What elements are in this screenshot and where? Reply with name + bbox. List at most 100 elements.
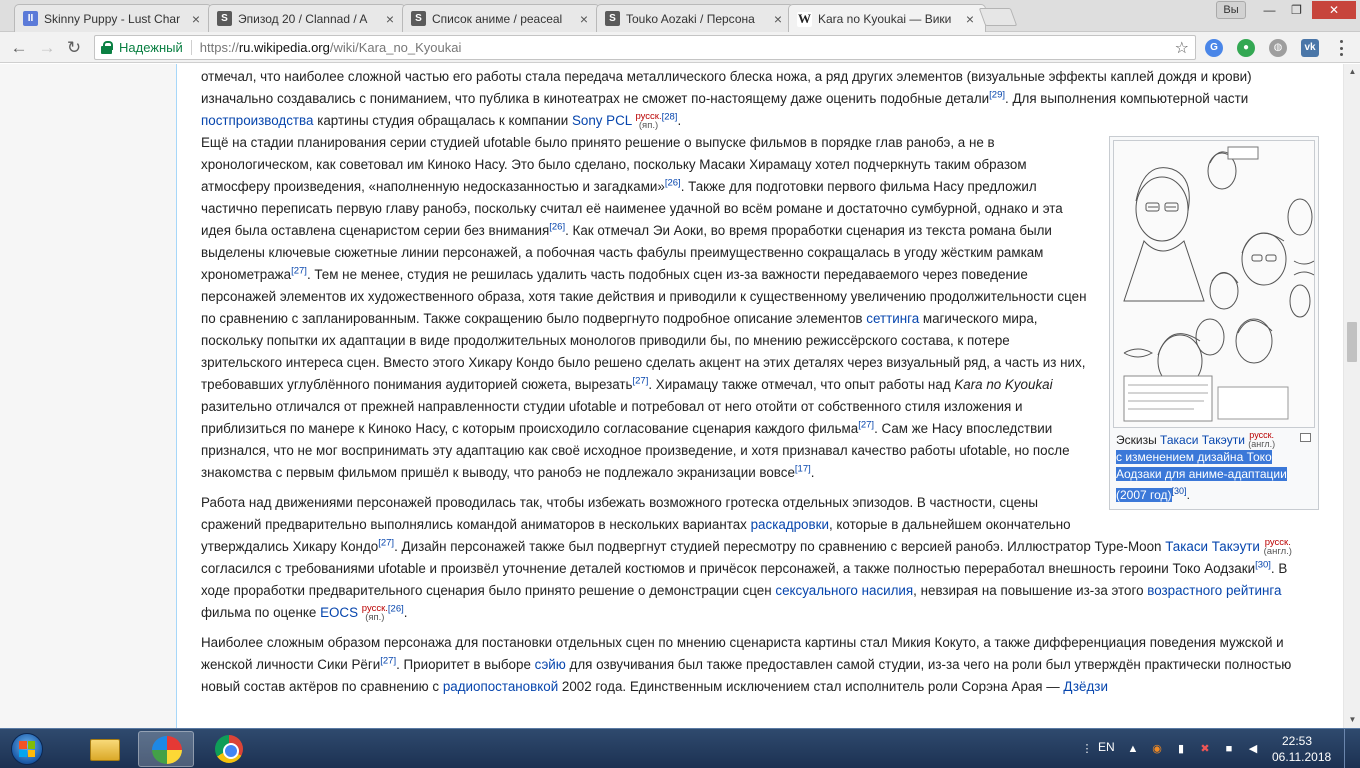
close-icon[interactable]: × xyxy=(771,11,785,27)
back-button[interactable]: ← xyxy=(8,37,30,59)
pause-icon: II xyxy=(23,11,38,26)
link-sony-pcl[interactable]: Sony PCL xyxy=(572,113,632,128)
close-icon[interactable]: × xyxy=(577,11,591,27)
selected-text: с изменением дизайна Токо Аодзаки для ан… xyxy=(1116,450,1287,502)
taskbar-paint[interactable] xyxy=(138,731,194,767)
wikipedia-icon: W xyxy=(797,11,812,27)
network-disconnected-icon[interactable]: ✖ xyxy=(1198,742,1212,756)
reference-link[interactable]: [30] xyxy=(1172,486,1187,496)
reference-link[interactable]: [27] xyxy=(291,266,307,277)
close-icon[interactable]: × xyxy=(383,11,397,27)
windows-logo-icon xyxy=(19,741,35,757)
address-bar[interactable]: Надежный https://ru.wikipedia.org/wiki/K… xyxy=(94,35,1196,60)
reference-link[interactable]: [17] xyxy=(795,464,811,475)
adblock-icon[interactable]: ● xyxy=(1237,39,1255,57)
taskbar-chrome[interactable] xyxy=(200,731,256,767)
lock-icon xyxy=(101,41,113,54)
show-hidden-icons-icon[interactable]: ▲ xyxy=(1126,742,1140,756)
article-content: отмечал, что наиболее сложной частью его… xyxy=(176,64,1343,728)
thumbnail-caption: Эскизы Такаси Такэути русск. (англ.) с из… xyxy=(1113,428,1315,506)
scrollbar-thumb[interactable] xyxy=(1347,322,1357,362)
link-age-rating[interactable]: возрастного рейтинга xyxy=(1147,583,1281,598)
tab-anime-list[interactable]: S Список аниме / peaceal × xyxy=(402,4,600,32)
reference-link[interactable]: [27] xyxy=(858,420,874,431)
start-button[interactable] xyxy=(4,731,50,767)
forward-button[interactable]: → xyxy=(36,37,58,59)
url-scheme: https:// xyxy=(199,40,239,55)
tab-kara-no-kyoukai[interactable]: W Kara no Kyoukai — Вики × xyxy=(788,4,986,33)
reference-link[interactable]: [26] xyxy=(388,604,404,615)
bookmark-star-icon[interactable]: ☆ xyxy=(1175,38,1189,58)
reload-button[interactable]: ↻ xyxy=(63,37,85,59)
reference-link[interactable]: [27] xyxy=(380,656,396,667)
link-radio-drama[interactable]: радиопостановкой xyxy=(443,679,558,694)
vertical-scrollbar[interactable]: ▲ ▼ xyxy=(1343,64,1360,728)
s-icon: S xyxy=(605,11,620,26)
folder-icon xyxy=(90,739,120,761)
url-text[interactable]: https://ru.wikipedia.org/wiki/Kara_no_Ky… xyxy=(200,40,1175,55)
volume-muted-icon[interactable]: ◀ xyxy=(1246,742,1260,756)
tab-title: Kara no Kyoukai — Вики xyxy=(818,12,952,26)
secure-label[interactable]: Надежный xyxy=(119,40,183,55)
url-host: ru.wikipedia.org xyxy=(238,40,330,55)
interlanguage-link[interactable]: русск. (англ.) xyxy=(1264,538,1292,557)
system-clock[interactable]: 22:53 06.11.2018 xyxy=(1272,733,1332,765)
device-icon[interactable]: ■ xyxy=(1222,742,1236,756)
browser-menu-button[interactable] xyxy=(1334,38,1348,58)
paragraph: Работа над движениями персонажей проводи… xyxy=(201,495,1292,623)
clock-date: 06.11.2018 xyxy=(1272,750,1332,764)
scroll-up-arrow-icon[interactable]: ▲ xyxy=(1344,64,1360,80)
tab-title: Skinny Puppy - Lust Char xyxy=(44,11,181,26)
taskbar-explorer[interactable] xyxy=(76,731,132,767)
scroll-down-arrow-icon[interactable]: ▼ xyxy=(1344,712,1360,728)
link-takashi-takeuchi[interactable]: Такаси Такэути xyxy=(1165,539,1260,554)
maximize-button[interactable]: ❐ xyxy=(1283,1,1310,19)
vk-icon[interactable]: vk xyxy=(1301,39,1319,57)
interlanguage-link[interactable]: русск. (яп.) xyxy=(362,604,388,623)
paint-icon xyxy=(152,736,182,764)
tab-skinny-puppy[interactable]: II Skinny Puppy - Lust Char × xyxy=(14,4,212,32)
network-signal-icon[interactable]: ▮ xyxy=(1174,742,1188,756)
reference-link[interactable]: [28] xyxy=(662,112,678,123)
reference-link[interactable]: [26] xyxy=(665,178,681,189)
browser-toolbar: ← → ↻ Надежный https://ru.wikipedia.org/… xyxy=(0,32,1360,63)
enlarge-icon[interactable] xyxy=(1300,433,1311,442)
reference-link[interactable]: [29] xyxy=(989,90,1005,101)
tray-grip-icon: ⋮ xyxy=(1081,743,1093,755)
globe-icon[interactable]: ◍ xyxy=(1269,39,1287,57)
new-tab-button[interactable] xyxy=(978,8,1018,26)
character-sketch-image[interactable] xyxy=(1113,140,1315,428)
link-eocs[interactable]: EOCS xyxy=(320,605,358,620)
reference-link[interactable]: [27] xyxy=(378,538,394,549)
link-setting[interactable]: сеттинга xyxy=(866,311,919,326)
page-viewport: отмечал, что наиболее сложной частью его… xyxy=(0,64,1343,728)
interlanguage-link[interactable]: русск. (яп.) xyxy=(635,112,661,131)
sketch-drawing xyxy=(1123,146,1314,422)
tab-touko-aozaki[interactable]: S Touko Aozaki / Персона × xyxy=(596,4,794,32)
reference-link[interactable]: [30] xyxy=(1255,560,1271,571)
tab-title: Touko Aozaki / Персона xyxy=(626,11,755,26)
minimize-button[interactable]: — xyxy=(1256,1,1283,19)
link-seiyu[interactable]: сэйю xyxy=(535,657,566,672)
show-desktop-button[interactable] xyxy=(1344,729,1360,768)
url-path: /wiki/Kara_no_Kyoukai xyxy=(329,40,462,55)
language-indicator[interactable]: EN xyxy=(1098,740,1115,754)
close-window-button[interactable]: ✕ xyxy=(1312,1,1356,19)
link-takashi-takeuchi[interactable]: Такаси Такэути xyxy=(1160,433,1245,447)
link-sexual-violence[interactable]: сексуального насилия xyxy=(775,583,913,598)
divider xyxy=(190,40,192,55)
link-joji[interactable]: Дзёдзи xyxy=(1063,679,1108,694)
antivirus-icon[interactable]: ◉ xyxy=(1150,742,1164,756)
tab-clannad[interactable]: S Эпизод 20 / Clannad / A × xyxy=(208,4,406,32)
close-icon[interactable]: × xyxy=(963,11,977,27)
profile-button[interactable]: Вы xyxy=(1216,1,1246,19)
s-icon: S xyxy=(411,11,426,26)
reference-link[interactable]: [27] xyxy=(633,376,649,387)
close-icon[interactable]: × xyxy=(189,11,203,27)
link-storyboard[interactable]: раскадровки xyxy=(751,517,829,532)
interlanguage-link[interactable]: русск. (англ.) xyxy=(1248,431,1275,449)
reference-link[interactable]: [26] xyxy=(549,222,565,233)
link-postproduction[interactable]: постпроизводства xyxy=(201,113,313,128)
translate-icon[interactable]: G xyxy=(1205,39,1223,57)
paragraph: Наиболее сложным образом персонажа для п… xyxy=(201,635,1292,694)
